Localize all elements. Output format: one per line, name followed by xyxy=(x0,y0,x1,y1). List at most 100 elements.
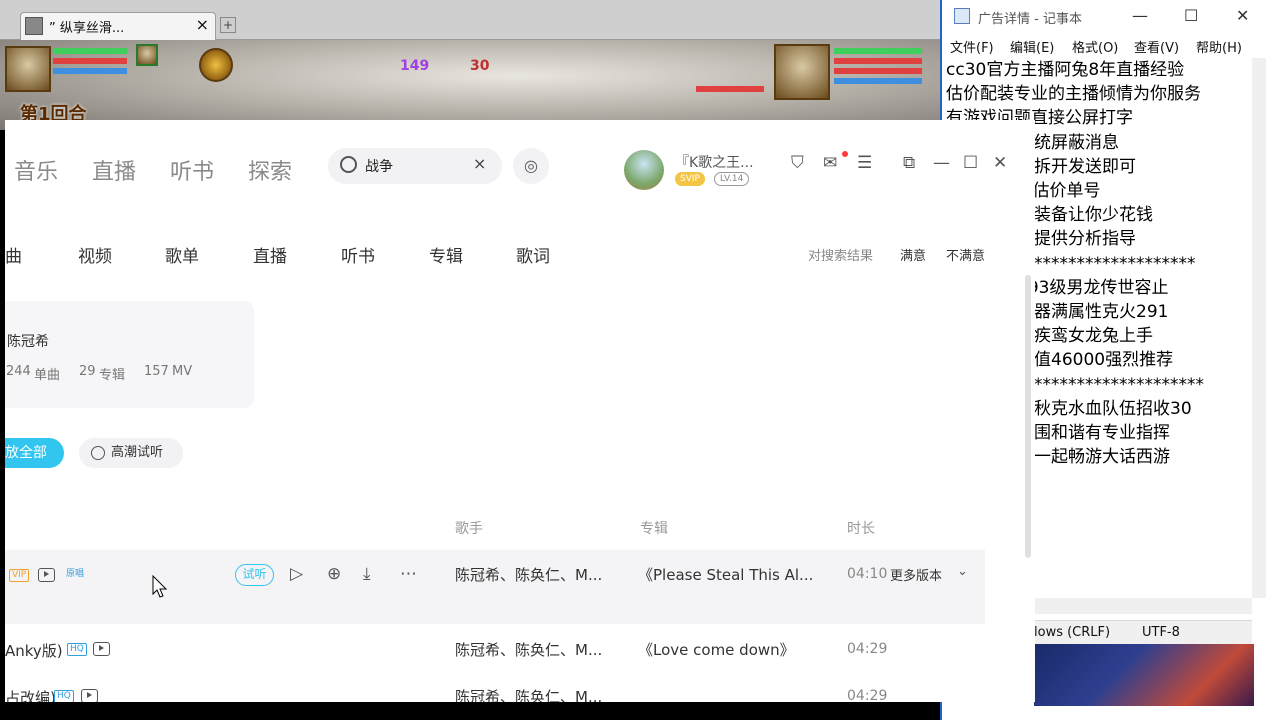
minimize-icon[interactable]: — xyxy=(933,153,950,173)
artist-card[interactable]: 陈冠希 244 单曲 29 专辑 157 MV xyxy=(5,301,254,408)
download-icon[interactable]: ⤓ xyxy=(363,564,371,584)
climax-trial-icon xyxy=(91,446,105,460)
search-input[interactable]: 战争 xyxy=(365,156,393,176)
notepad-line: 估价配装专业的主播倾情为你服务 xyxy=(946,84,1201,105)
trial-listen-button[interactable]: 试听 xyxy=(235,564,274,586)
close-button[interactable]: ✕ xyxy=(1236,6,1249,25)
mouse-cursor-icon xyxy=(152,575,168,598)
user-avatar[interactable] xyxy=(624,150,664,190)
menu-view[interactable]: 查看(V) xyxy=(1134,37,1179,56)
row-album[interactable]: 《Love come down》 xyxy=(638,639,795,660)
svip-badge: SVIP xyxy=(675,172,705,186)
song-row[interactable]: 占改编) HQ 陈冠希、陈奂仁、M... 04:29 xyxy=(5,672,985,702)
player-sp-bar xyxy=(53,68,127,74)
row-singer[interactable]: 陈冠希、陈奂仁、M... xyxy=(455,639,602,660)
feedback-label: 对搜索结果 xyxy=(808,249,874,264)
tab-favicon-icon xyxy=(25,17,43,35)
microphone-icon: ◎ xyxy=(524,156,538,175)
notepad-vertical-scrollbar[interactable] xyxy=(1252,58,1266,598)
tab-songs[interactable]: 单曲 xyxy=(5,242,22,267)
mini-mode-icon[interactable]: ⧉ xyxy=(903,153,915,173)
mv-icon[interactable] xyxy=(38,568,55,582)
tab-audiobooks[interactable]: 听书 xyxy=(341,242,375,267)
target-hp-bar xyxy=(696,86,764,92)
close-icon[interactable]: ✕ xyxy=(993,153,1007,173)
minimize-button[interactable]: — xyxy=(1132,6,1148,25)
player-mp-bar xyxy=(53,58,127,64)
clear-search-icon[interactable]: × xyxy=(473,154,486,173)
maximize-icon[interactable]: ☐ xyxy=(963,153,978,173)
row-title[interactable]: 占改编) xyxy=(5,687,56,702)
artist-name[interactable]: 陈冠希 xyxy=(7,331,49,351)
maximize-button[interactable]: ☐ xyxy=(1184,6,1198,25)
artist-mv-unit: MV xyxy=(172,364,193,379)
more-versions-button[interactable]: 更多版本 xyxy=(890,565,942,584)
row-album[interactable]: 《Please Steal This Al... xyxy=(638,564,813,585)
play-all-button[interactable]: 放全部 xyxy=(5,438,64,468)
column-header-album: 专辑 xyxy=(640,521,668,537)
add-to-playlist-icon[interactable]: ⊕ xyxy=(327,564,341,584)
level-badge: LV.14 xyxy=(714,172,750,186)
hq-badge: HQ xyxy=(54,690,74,702)
search-box[interactable]: 战争 × xyxy=(328,148,502,184)
artist-albums-count: 29 xyxy=(79,364,96,379)
menu-help[interactable]: 帮助(H) xyxy=(1196,37,1242,56)
status-line-ending: lows (CRLF) xyxy=(1034,625,1111,640)
climax-trial-button[interactable]: 高潮试听 xyxy=(79,438,183,468)
player-portrait[interactable] xyxy=(5,46,51,92)
feedback-unsatisfied-button[interactable]: 不满意 xyxy=(946,245,985,264)
tab-playlists[interactable]: 歌单 xyxy=(165,242,199,267)
tab-live[interactable]: 直播 xyxy=(253,242,287,267)
music-app-window: 音乐 直播 听书 探索 战争 × ◎ 『K歌之王... SVIP LV.14 ⛉… xyxy=(5,120,1035,702)
target-portrait[interactable] xyxy=(774,44,830,100)
nav-explore[interactable]: 探索 xyxy=(248,154,292,186)
player-hp-bar xyxy=(53,48,127,54)
edge-overlay-text: 播 xyxy=(1262,13,1276,29)
play-icon[interactable]: ▷ xyxy=(290,564,303,584)
mv-icon[interactable] xyxy=(93,642,110,656)
row-singer[interactable]: 陈冠希、陈奂仁、M... xyxy=(455,686,602,702)
mail-icon[interactable]: ✉ xyxy=(823,153,837,173)
mv-icon[interactable] xyxy=(81,689,98,702)
user-name[interactable]: 『K歌之王... xyxy=(675,152,754,172)
nav-audiobook[interactable]: 听书 xyxy=(170,154,214,186)
notepad-titlebar[interactable]: 广告详情 - 记事本 — ☐ ✕ xyxy=(942,0,1280,32)
row-duration: 04:29 xyxy=(847,641,888,657)
treasure-icon[interactable] xyxy=(199,48,233,82)
hud-stat-left: 149 xyxy=(400,58,430,74)
tab-albums[interactable]: 专辑 xyxy=(429,242,463,267)
game-tab[interactable]: ” 纵享丝滑... × xyxy=(20,12,216,40)
status-encoding: UTF-8 xyxy=(1142,625,1180,640)
vip-badge: VIP xyxy=(9,569,30,582)
voice-search-button[interactable]: ◎ xyxy=(513,148,549,184)
artist-mv-count: 157 xyxy=(144,364,169,379)
menu-file[interactable]: 文件(F) xyxy=(950,37,994,56)
feedback-satisfied-button[interactable]: 满意 xyxy=(900,245,926,264)
notepad-icon xyxy=(954,8,970,24)
nav-music[interactable]: 音乐 xyxy=(14,154,58,186)
search-icon xyxy=(340,156,357,173)
notepad-title: 广告详情 - 记事本 xyxy=(978,12,1082,27)
menu-icon[interactable]: ☰ xyxy=(857,153,872,173)
new-tab-button[interactable]: + xyxy=(220,17,236,33)
skin-icon[interactable]: ⛉ xyxy=(791,153,804,173)
game-scene[interactable]: 149 30 xyxy=(0,40,940,130)
tab-close-icon[interactable]: × xyxy=(196,15,209,34)
climax-trial-label: 高潮试听 xyxy=(111,445,164,460)
nav-live[interactable]: 直播 xyxy=(92,154,136,186)
menu-edit[interactable]: 编辑(E) xyxy=(1010,37,1054,56)
chevron-down-icon[interactable]: ⌄ xyxy=(957,564,968,579)
menu-format[interactable]: 格式(O) xyxy=(1072,37,1118,56)
video-thumbnail xyxy=(1034,644,1254,706)
pet-portrait[interactable] xyxy=(136,44,158,66)
more-icon[interactable]: ⋯ xyxy=(400,564,417,584)
row-duration: 04:10 xyxy=(847,566,888,582)
target-bar-2 xyxy=(834,58,922,64)
tab-lyrics[interactable]: 歌词 xyxy=(516,242,550,267)
tab-videos[interactable]: 视频 xyxy=(78,242,112,267)
target-bar-1 xyxy=(834,48,922,54)
artist-albums-unit: 专辑 xyxy=(99,368,126,383)
row-singer[interactable]: 陈冠希、陈奂仁、M... xyxy=(455,564,602,585)
music-scrollbar[interactable] xyxy=(1025,275,1031,558)
row-title[interactable]: Anky版) xyxy=(5,640,63,661)
